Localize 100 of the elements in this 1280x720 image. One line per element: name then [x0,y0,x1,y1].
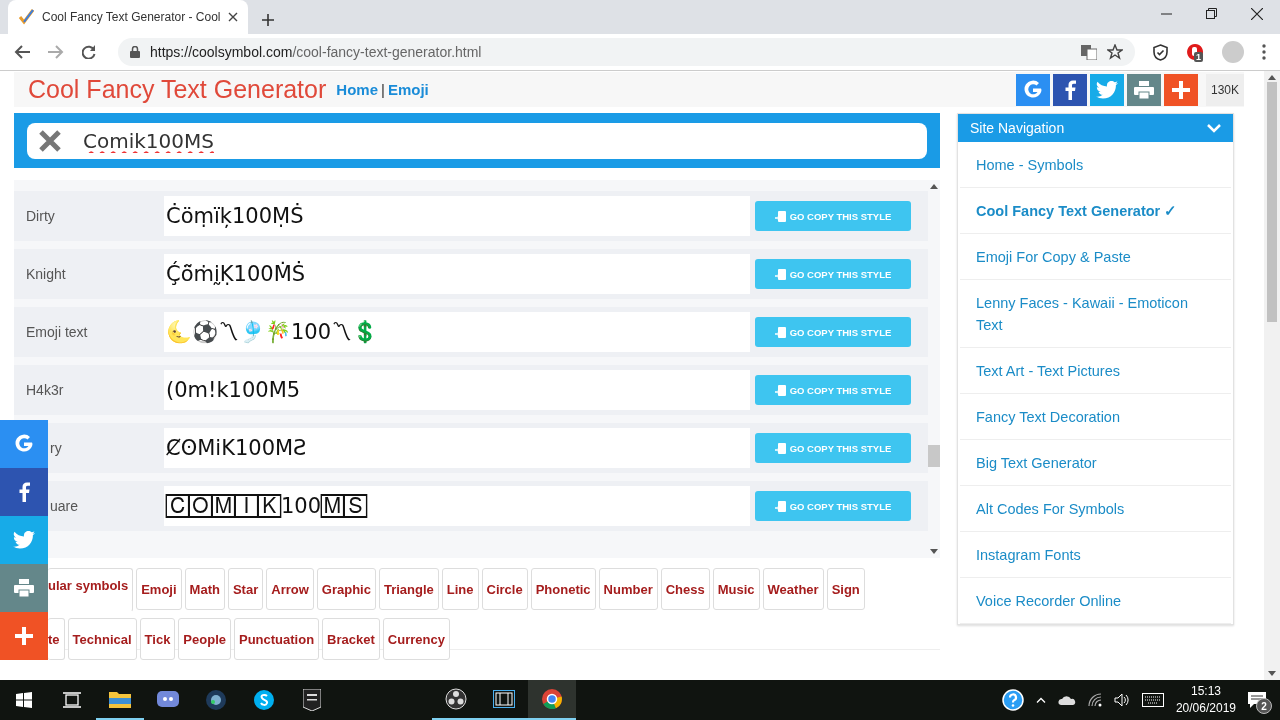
styled-text: ȻʘMiK100MƧ [164,428,750,468]
navigation-link[interactable]: Fancy Text Decoration [960,394,1231,440]
style-name: uare [50,498,80,514]
category-tab[interactable]: Line [441,568,479,610]
browser-tab[interactable]: Cool Fancy Text Generator - Cool [8,0,248,34]
scrollbar-thumb[interactable] [928,445,940,467]
navigation-link[interactable]: Alt Codes For Symbols [960,486,1231,532]
close-icon[interactable] [228,12,238,22]
category-tab[interactable]: Currency [382,618,450,660]
back-icon[interactable] [14,45,30,59]
film-icon[interactable] [493,690,515,708]
browser-icon[interactable] [541,688,563,710]
scroll-up-icon[interactable] [1268,75,1276,80]
category-tab[interactable]: Sign [826,568,865,610]
shield-icon[interactable] [1153,43,1168,61]
lock-icon [130,46,140,58]
task-view-icon[interactable] [63,692,81,708]
category-tab[interactable]: Number [598,568,658,610]
folder-icon[interactable] [109,690,131,708]
cloud-icon[interactable] [1057,695,1076,705]
category-tab[interactable]: Technical [67,618,137,660]
navigation-link[interactable]: Voice Recorder Online [960,578,1231,624]
chevron-up-icon[interactable] [1035,697,1046,703]
category-tab[interactable]: Emoji [136,568,182,610]
navigation-link[interactable]: Big Text Generator [960,440,1231,486]
category-tab[interactable]: Tick [139,618,176,660]
menu-icon[interactable] [1262,44,1266,60]
category-tab[interactable]: People [178,618,231,660]
category-tab[interactable]: Chess [660,568,710,610]
clipboard-icon [774,500,786,512]
address-bar[interactable]: https://coolsymbol.com/cool-fancy-text-generator.html [118,38,1135,66]
wifi-icon[interactable] [1087,693,1102,707]
keyboard-icon[interactable] [1141,693,1164,707]
category-tab[interactable]: Circle [481,568,528,610]
styled-text: Ḉö̃ṁḭḲ100ṀṠ [164,254,750,294]
chat-app-icon[interactable] [157,691,179,709]
new-tab-icon[interactable] [262,14,274,26]
category-tab[interactable]: Arrow [266,568,314,610]
category-tab[interactable]: Phonetic [530,568,596,610]
category-tab[interactable]: te [48,618,65,660]
style-name: H4k3r [25,382,65,398]
google-share-button[interactable] [1016,73,1050,106]
scroll-down-icon[interactable] [930,549,938,554]
navigation-link[interactable]: Text Art - Text Pictures [960,348,1231,394]
bird-icon [13,531,35,549]
close-icon[interactable] [1251,8,1263,20]
clipboard-icon [774,384,786,396]
navigation-link[interactable]: Home - Symbols [960,142,1231,188]
skype-icon[interactable] [253,689,275,711]
category-tab[interactable]: Punctuation [234,618,320,660]
facebook-share-button[interactable] [1053,73,1087,106]
printer-icon [1134,80,1154,99]
facebook-share-button[interactable] [0,468,48,516]
clipboard-icon [774,326,786,338]
checkmark-icon [18,9,34,25]
navigation-link[interactable]: Instagram Fonts [960,532,1231,578]
style-name: Knight [25,266,67,282]
category-tab[interactable]: Math [184,568,225,610]
facebook-icon [1064,79,1076,100]
styled-text: Ċöṃïķ100ṂṠ [164,196,750,236]
notification-count: 2 [1256,698,1272,714]
printer-icon [14,579,34,597]
text-input-field[interactable]: Comik100MS [27,122,927,159]
navigation-link[interactable]: Emoji For Copy & Paste [960,234,1231,280]
page-scrollbar[interactable] [1264,71,1280,680]
scroll-down-icon[interactable] [1268,671,1276,676]
google-share-button[interactable] [0,420,48,468]
extension-badge: 1 [1194,52,1203,62]
scrollbar-thumb[interactable] [1267,82,1277,322]
more-share-button[interactable] [0,612,48,660]
clipboard-icon [774,268,786,280]
plus-icon [1172,80,1190,99]
category-tab[interactable]: Weather [762,568,824,610]
star-icon[interactable] [1107,44,1123,60]
google-icon [1022,78,1044,101]
category-tab[interactable]: Music [712,568,760,610]
clear-icon[interactable] [39,129,61,152]
scroll-up-icon[interactable] [930,184,938,189]
clipboard-icon [774,210,786,222]
help-icon[interactable] [1001,689,1024,711]
clock-time: 15:13 [1190,683,1221,700]
category-tab[interactable]: Graphic [316,568,376,610]
style-name: ry [50,440,63,456]
navigation-link[interactable]: Cool Fancy Text Generator ✓ [960,188,1231,234]
restore-icon[interactable] [1206,8,1217,19]
category-tab[interactable]: ular symbols [48,568,134,612]
volume-icon[interactable] [1113,693,1130,707]
text-input[interactable]: Comik100MS [81,127,915,154]
styled-text: (0m!k100M5 [164,370,750,410]
more-share-button[interactable] [1164,73,1198,106]
reload-icon[interactable] [82,45,96,59]
category-tab[interactable]: Bracket [322,618,380,660]
translate-icon[interactable] [1081,44,1097,60]
category-tab[interactable]: Triangle [378,568,439,610]
link-separator: | [381,81,385,98]
print-button[interactable] [1127,73,1161,106]
url-text: https://coolsymbol.com/cool-fancy-text-generator.html [150,44,483,60]
print-button[interactable] [0,564,48,612]
category-tab[interactable]: Star [227,568,264,610]
navigation-link[interactable]: Lenny Faces - Kawaii - Emoticon Text [960,280,1231,348]
